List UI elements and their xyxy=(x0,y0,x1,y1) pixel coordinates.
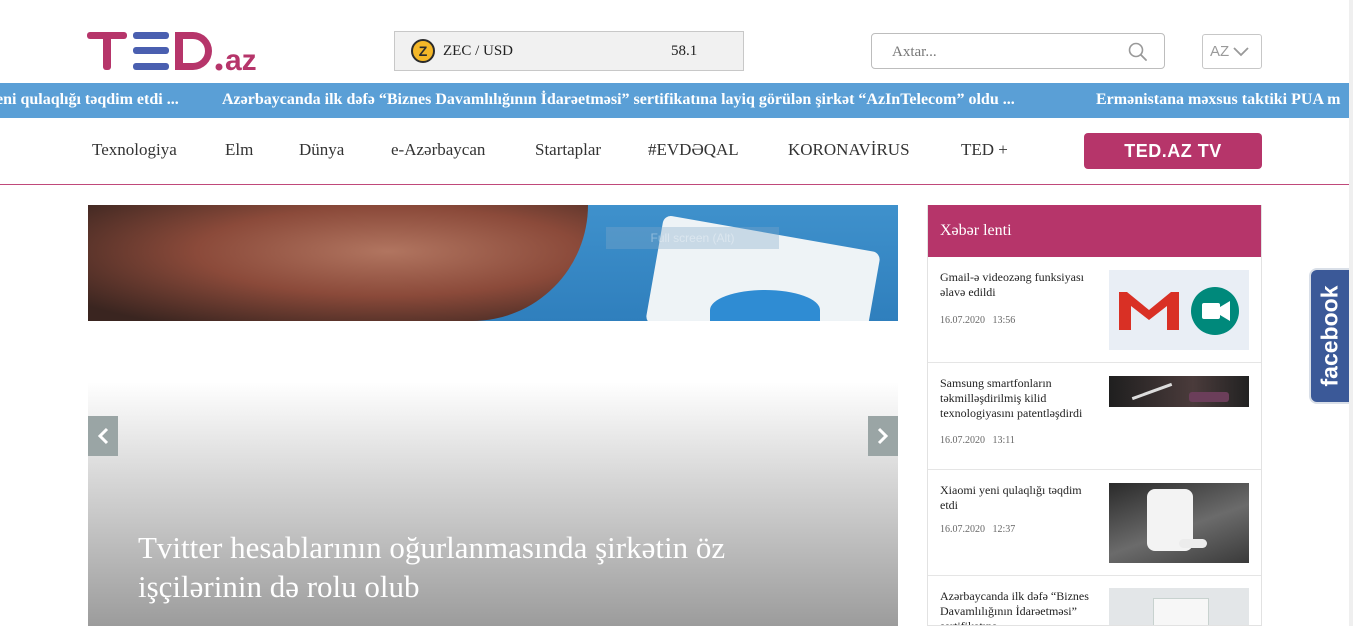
marquee-item[interactable]: eni qulaqlığı təqdim etdi ... xyxy=(0,91,179,109)
fullscreen-hint: Full screen (Alt) xyxy=(606,227,779,249)
chevron-down-icon xyxy=(1233,46,1249,56)
feed-item-thumbnail[interactable] xyxy=(1109,483,1249,563)
feed-item-date: 16.07.2020 13:11 xyxy=(940,435,1015,446)
crypto-ticker: Z ZEC / USD 58.1 xyxy=(394,31,744,71)
search-box xyxy=(871,33,1165,69)
feed-item[interactable]: Gmail-ə videozəng funksiyası əlavə edild… xyxy=(928,257,1261,363)
slide-image-finger xyxy=(88,205,588,321)
nav-item-elm[interactable]: Elm xyxy=(225,140,253,160)
ted-tv-button[interactable]: TED.AZ TV xyxy=(1084,133,1262,169)
nav-item-e-azerbaycan[interactable]: e-Azərbaycan xyxy=(391,140,485,160)
marquee-item[interactable]: Azərbaycanda ilk dəfə “Biznes Davamlılığ… xyxy=(222,91,1015,109)
nav-item-dunya[interactable]: Dünya xyxy=(299,140,344,160)
chevron-right-icon xyxy=(877,427,889,445)
facebook-label: facebook xyxy=(1316,285,1343,387)
page-scrollbar[interactable] xyxy=(1349,0,1353,626)
slider-next-button[interactable] xyxy=(868,416,898,456)
marquee-item[interactable]: Ermənistana məxsus taktiki PUA m xyxy=(1096,91,1340,109)
feed-item-title[interactable]: Samsung smartfonların təkmilləşdirilmiş … xyxy=(940,376,1100,421)
language-current: AZ xyxy=(1210,43,1230,60)
news-feed: Xəbər lenti Gmail-ə videozəng funksiyası… xyxy=(927,205,1262,626)
gmail-meet-icon xyxy=(1119,287,1239,335)
nav-item-evdeqal[interactable]: #EVDƏQAL xyxy=(648,140,739,160)
feed-item-thumbnail[interactable] xyxy=(1109,270,1249,350)
feed-heading: Xəbər lenti xyxy=(928,205,1261,257)
ticker-pair: ZEC / USD xyxy=(443,42,514,59)
feed-item[interactable]: Xiaomi yeni qulaqlığı təqdim etdi 16.07.… xyxy=(928,470,1261,576)
feed-item-date: 16.07.2020 12:37 xyxy=(940,524,1016,535)
main-nav: Texnologiya Elm Dünya e-Azərbaycan Start… xyxy=(0,118,1353,185)
feed-item[interactable]: Azərbaycanda ilk dəfə “Biznes Davamlılığ… xyxy=(928,576,1261,625)
news-marquee: eni qulaqlığı təqdim etdi ... Azərbaycan… xyxy=(0,83,1353,118)
slider-prev-button[interactable] xyxy=(88,416,118,456)
search-icon[interactable] xyxy=(1128,42,1148,62)
svg-text:az: az xyxy=(225,44,257,74)
nav-item-ted-plus[interactable]: TED + xyxy=(961,140,1008,160)
feed-item[interactable]: Samsung smartfonların təkmilləşdirilmiş … xyxy=(928,363,1261,470)
feed-item-title[interactable]: Xiaomi yeni qulaqlığı təqdim etdi xyxy=(940,483,1100,513)
feed-item-date: 16.07.2020 13:56 xyxy=(940,315,1016,326)
chevron-left-icon xyxy=(97,427,109,445)
nav-item-texnologiya[interactable]: Texnologiya xyxy=(92,140,177,160)
feed-item-thumbnail[interactable] xyxy=(1109,376,1249,407)
feed-item-title[interactable]: Gmail-ə videozəng funksiyası əlavə edild… xyxy=(940,270,1100,300)
feed-item-thumbnail[interactable] xyxy=(1109,588,1249,625)
search-input[interactable] xyxy=(892,42,1112,62)
featured-slider[interactable]: Full screen (Alt) Tvitter hesablarının o… xyxy=(88,205,898,626)
ticker-price: 58.1 xyxy=(671,42,698,59)
language-selector[interactable]: AZ xyxy=(1202,34,1262,69)
slide-title[interactable]: Tvitter hesablarının oğurlanmasında şirk… xyxy=(138,528,838,606)
facebook-side-tab[interactable]: facebook xyxy=(1309,268,1349,404)
feed-item-title[interactable]: Azərbaycanda ilk dəfə “Biznes Davamlılığ… xyxy=(940,589,1100,625)
zcash-coin-icon: Z xyxy=(411,39,435,63)
slide-image[interactable]: Full screen (Alt) xyxy=(88,205,898,321)
nav-item-startaplar[interactable]: Startaplar xyxy=(535,140,601,160)
site-logo[interactable]: az xyxy=(87,28,267,74)
nav-item-koronavirus[interactable]: KORONAVİRUS xyxy=(788,140,910,160)
